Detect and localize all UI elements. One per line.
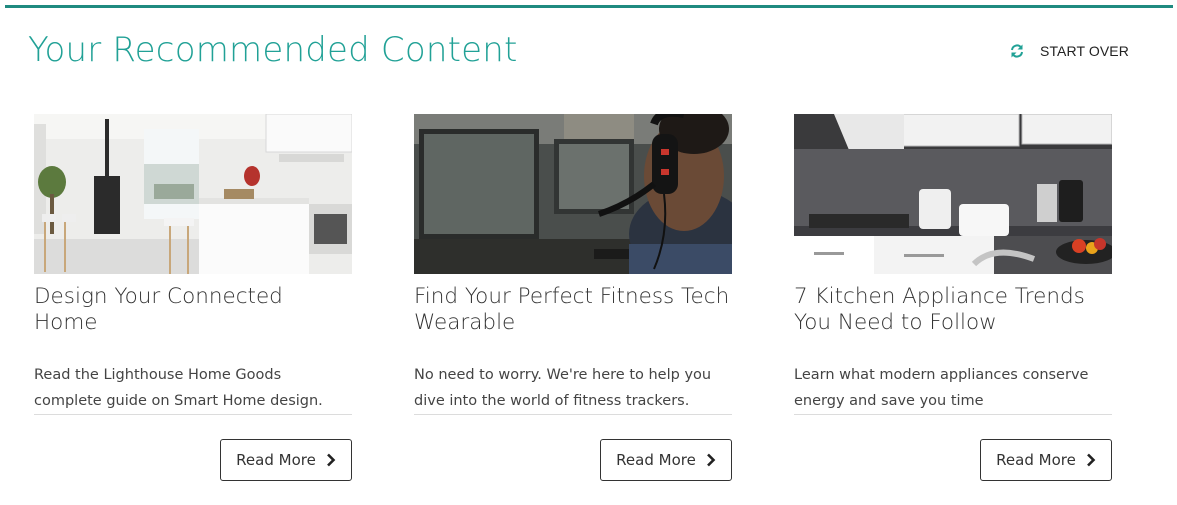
modern-white-kitchen-photo (34, 114, 352, 274)
card-title: Design Your Connected Home (34, 284, 283, 335)
read-more-label: Read More (996, 451, 1076, 469)
chevron-right-icon (706, 453, 716, 467)
kitchen-countertop-appliances-photo (794, 114, 1112, 274)
read-more-label: Read More (616, 451, 696, 469)
read-more-button[interactable]: Read More (980, 439, 1112, 481)
content-card: 7 Kitchen Appliance Trends You Need to F… (794, 114, 1112, 481)
card-title: 7 Kitchen Appliance Trends You Need to F… (794, 284, 1085, 335)
content-card: Design Your Connected Home Read the Ligh… (34, 114, 352, 481)
chevron-right-icon (1086, 453, 1096, 467)
man-with-headset-at-computer-photo (414, 114, 732, 274)
top-accent-bar (5, 5, 1173, 8)
content-card: Find Your Perfect Fitness Tech Wearable … (414, 114, 732, 481)
card-title: Find Your Perfect Fitness Tech Wearable (414, 284, 730, 335)
read-more-button[interactable]: Read More (220, 439, 352, 481)
card-description: Learn what modern appliances conserve en… (794, 367, 1089, 409)
chevron-right-icon (326, 453, 336, 467)
card-description: No need to worry. We're here to help you… (414, 367, 712, 409)
card-divider (414, 414, 732, 415)
page-title: Your Recommended Content (28, 30, 518, 70)
read-more-label: Read More (236, 451, 316, 469)
refresh-icon (1008, 42, 1026, 60)
card-divider (794, 414, 1112, 415)
card-description: Read the Lighthouse Home Goods complete … (34, 367, 323, 409)
start-over-label: START OVER (1040, 43, 1129, 59)
read-more-button[interactable]: Read More (600, 439, 732, 481)
start-over-button[interactable]: START OVER (1008, 40, 1129, 62)
card-divider (34, 414, 352, 415)
